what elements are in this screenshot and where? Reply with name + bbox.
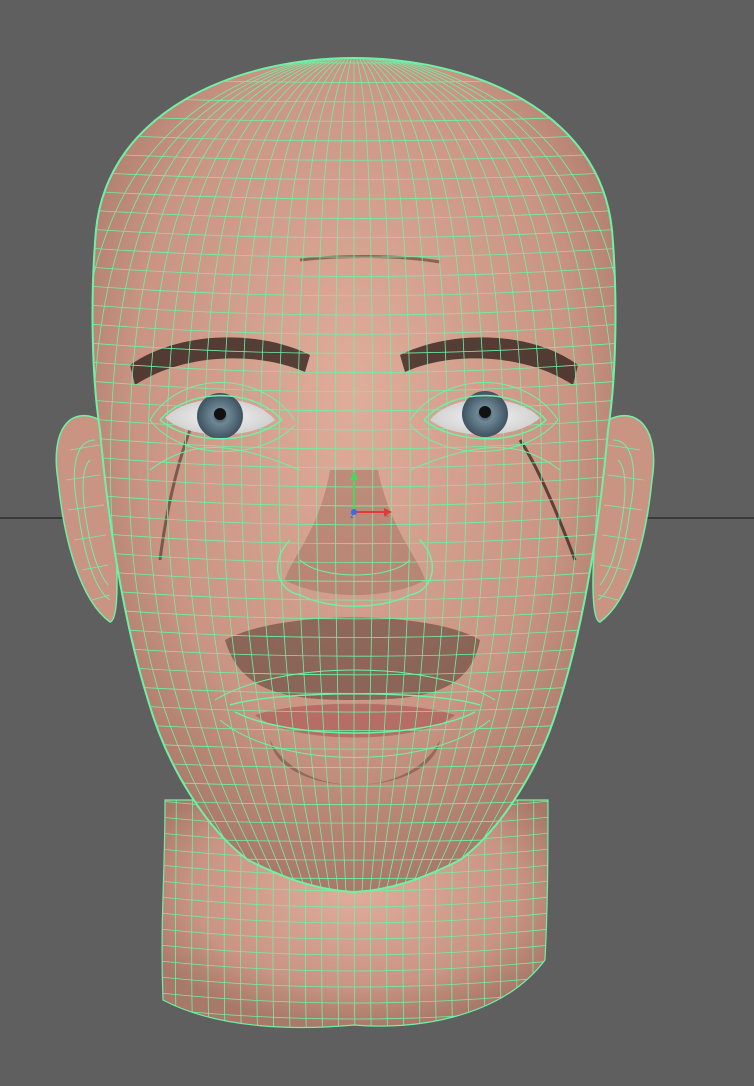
right-pupil xyxy=(479,406,491,418)
wire-edge xyxy=(159,800,160,1030)
wire-edge xyxy=(549,800,550,1030)
viewport-scene[interactable]: y z x xyxy=(0,0,754,1086)
gizmo-y-label: y xyxy=(351,469,356,478)
3d-viewport[interactable]: y z x xyxy=(0,0,754,1086)
gizmo-x-label: x xyxy=(384,510,389,519)
gizmo-z-label: z xyxy=(350,511,354,520)
left-pupil xyxy=(214,408,226,420)
